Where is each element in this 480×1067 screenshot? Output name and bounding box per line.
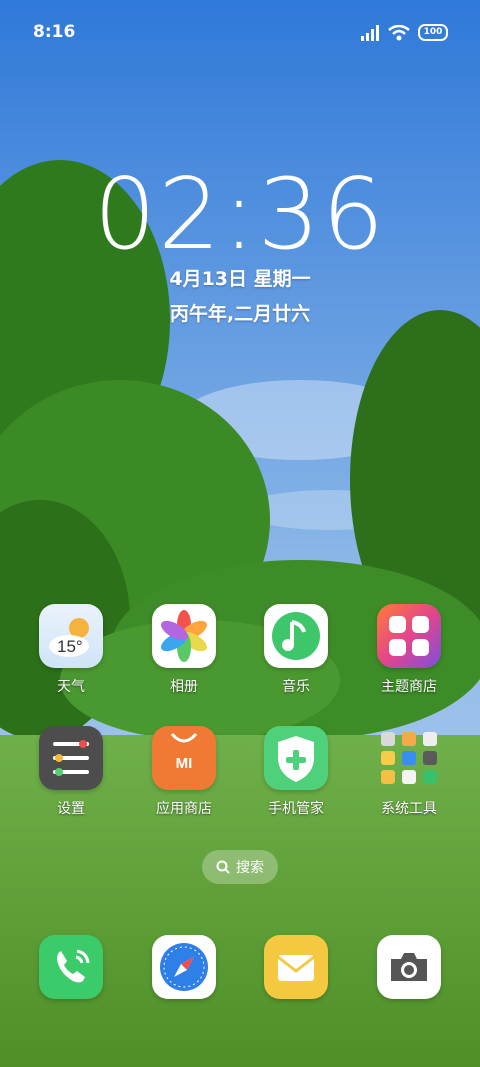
app-label: 主题商店 [381,679,437,695]
app-store-icon: MI [152,726,216,790]
settings-icon [39,726,103,790]
app-label: 音乐 [282,679,310,695]
mail-icon [264,935,328,999]
wifi-icon [388,24,410,40]
app-settings[interactable]: 设置 [21,726,121,818]
weather-icon: 15° [39,604,103,668]
app-label: 设置 [57,801,85,817]
lockscreen-clock: 02:36 [93,158,387,272]
status-bar: 8:16 100 [0,0,480,66]
app-security[interactable]: 手机管家 [246,726,346,818]
app-label: 天气 [57,679,85,695]
security-icon [264,726,328,790]
app-theme-store[interactable]: 主题商店 [359,604,459,696]
lunar-date: 丙午年,二月廿六 [169,303,311,325]
dock-browser[interactable] [134,935,234,999]
phone-icon [39,935,103,999]
search-label: 搜索 [236,860,264,876]
theme-store-icon [377,604,441,668]
app-label: 手机管家 [268,801,324,817]
status-icons: 100 [360,24,448,41]
app-label: 系统工具 [381,801,437,817]
battery-icon: 100 [418,24,448,41]
browser-icon [152,935,216,999]
status-time: 8:16 [33,22,76,42]
app-store-logo-text: MI [176,755,193,772]
app-gallery[interactable]: 相册 [134,604,234,696]
lockscreen-date: 4月13日 星期一 [169,268,311,290]
weather-temp: 15° [57,637,83,656]
dock-camera[interactable] [359,935,459,999]
dock-phone[interactable] [21,935,121,999]
search-button[interactable]: 搜索 [202,850,278,884]
gallery-icon [152,604,216,668]
app-weather[interactable]: 15° 天气 [21,604,121,696]
search-icon [216,860,230,874]
signal-icon [361,24,379,41]
dock-mail[interactable] [246,935,346,999]
music-icon [264,604,328,668]
camera-icon [377,935,441,999]
app-label: 应用商店 [156,801,212,817]
folder-icon [377,726,441,790]
app-music[interactable]: 音乐 [246,604,346,696]
app-folder-system-tools[interactable]: 系统工具 [359,726,459,818]
app-app-store[interactable]: MI 应用商店 [134,726,234,818]
app-label: 相册 [170,679,198,695]
